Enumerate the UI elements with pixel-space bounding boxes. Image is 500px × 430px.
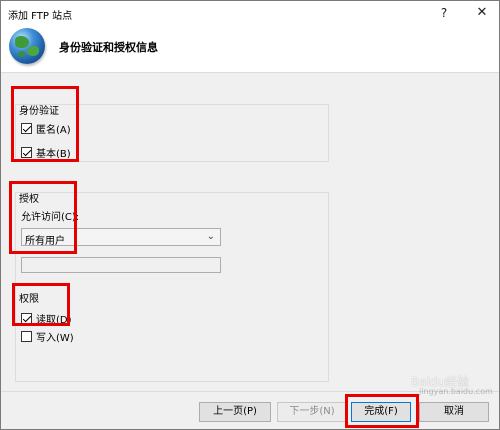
close-button[interactable]: ✕ xyxy=(467,3,497,23)
title-bar: 添加 FTP 站点 ? ✕ xyxy=(1,1,499,25)
previous-button[interactable]: 上一页(P) xyxy=(199,402,271,422)
globe-icon xyxy=(9,28,45,64)
button-bar: 上一页(P) 下一步(N) 完成(F) 取消 xyxy=(1,391,499,429)
highlight-box-authorization xyxy=(9,181,77,254)
highlight-box-permissions xyxy=(12,283,70,326)
help-button[interactable]: ? xyxy=(429,3,459,23)
page-title: 身份验证和授权信息 xyxy=(59,41,158,54)
cancel-button[interactable]: 取消 xyxy=(419,402,489,422)
wizard-content: 身份验证 匿名(A) 基本(B) 授权 允许访问(C): 所有用户 ⌄ 权限 读… xyxy=(1,74,499,391)
window-title: 添加 FTP 站点 xyxy=(8,11,73,22)
highlight-box-authentication xyxy=(11,86,79,162)
chevron-down-icon: ⌄ xyxy=(206,231,215,242)
users-textbox[interactable] xyxy=(21,257,221,273)
watermark-url: jingyan.baidu.com xyxy=(419,387,493,396)
wizard-header: 身份验证和授权信息 xyxy=(1,25,499,73)
highlight-box-finish xyxy=(345,394,419,428)
dialog-window: 添加 FTP 站点 ? ✕ 身份验证和授权信息 身份验证 匿名(A) 基本(B)… xyxy=(0,0,500,430)
next-button[interactable]: 下一步(N) xyxy=(277,402,347,422)
write-label: 写入(W) xyxy=(36,333,74,344)
write-checkbox[interactable]: 写入(W) xyxy=(21,329,74,344)
checkbox-unchecked-icon[interactable] xyxy=(21,331,32,342)
